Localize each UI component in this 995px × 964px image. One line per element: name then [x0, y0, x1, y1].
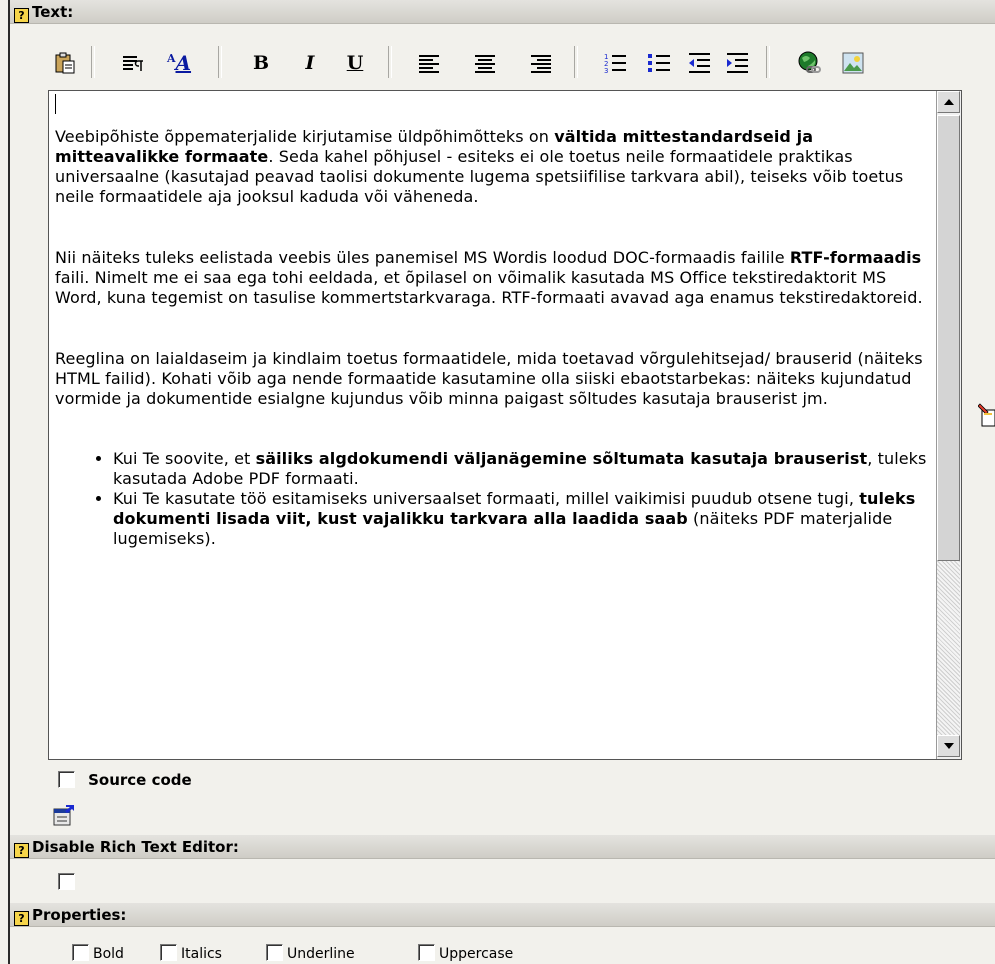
- insert-link-icon: [798, 51, 821, 73]
- indent-icon: [727, 53, 748, 73]
- bold-icon: B: [252, 52, 270, 74]
- bold-checkbox[interactable]: [72, 944, 89, 961]
- numbered-list-icon: 123: [604, 53, 626, 75]
- paragraph-2-text-end: faili. Nimelt me ei saa ega tohi eeldada…: [55, 268, 923, 307]
- align-right-icon: [531, 55, 551, 73]
- italics-checkbox[interactable]: [160, 944, 177, 961]
- vertical-scrollbar[interactable]: [936, 91, 961, 759]
- bullet-list-icon: [648, 54, 670, 72]
- outdent-icon: [689, 53, 710, 73]
- italic-icon: I: [305, 52, 315, 74]
- bullet-list-button[interactable]: [646, 50, 672, 76]
- uppercase-label: Uppercase: [439, 946, 514, 962]
- toolbar-separator: [766, 46, 770, 78]
- paragraph-format-icon: [123, 56, 143, 71]
- paragraph-2-bold: RTF-formaadis: [789, 248, 922, 267]
- italics-label: Italics: [181, 946, 222, 962]
- outdent-button[interactable]: [686, 50, 712, 76]
- underline-label: Underline: [287, 946, 355, 962]
- disable-rte-header: ? Disable Rich Text Editor:: [10, 835, 995, 859]
- list-item: Kui Te soovite, et säiliks algdokumendi …: [113, 449, 933, 489]
- rich-text-editor[interactable]: Veebipõhiste õppematerjalide kirjutamise…: [48, 90, 962, 760]
- paste-icon: [55, 52, 75, 74]
- disable-rte-title: Disable Rich Text Editor:: [32, 838, 239, 856]
- list-item-text: Kui Te soovite, et: [113, 449, 256, 468]
- bullet-list: Kui Te soovite, et säiliks algdokumendi …: [55, 449, 933, 549]
- properties-title: Properties:: [32, 906, 127, 924]
- paragraph-2: Nii näiteks tuleks eelistada veebis üles…: [55, 248, 933, 308]
- toolbar-separator: [91, 46, 95, 78]
- properties-header: ? Properties:: [10, 903, 995, 927]
- svg-text:3: 3: [604, 67, 608, 75]
- scroll-down-button[interactable]: [937, 735, 960, 757]
- paragraph-2-text: Nii näiteks tuleks eelistada veebis üles…: [55, 248, 790, 267]
- edit-pencil-icon[interactable]: [977, 402, 995, 432]
- align-left-icon: [419, 55, 439, 73]
- list-item-bold: säiliks algdokumendi väljanägemine sõltu…: [255, 449, 868, 468]
- help-icon[interactable]: ?: [14, 843, 29, 858]
- paragraph-1: Veebipõhiste õppematerjalide kirjutamise…: [55, 127, 933, 207]
- property-italics: Italics: [160, 944, 222, 962]
- numbered-list-button[interactable]: 123: [602, 50, 628, 76]
- editor-content[interactable]: Veebipõhiste õppematerjalide kirjutamise…: [55, 93, 933, 549]
- underline-checkbox[interactable]: [266, 944, 283, 961]
- underline-icon: U: [346, 52, 364, 74]
- align-center-icon: [475, 55, 495, 73]
- disable-rte-checkbox[interactable]: [58, 873, 75, 890]
- disable-rte-row: [58, 872, 75, 891]
- arrow-down-icon: [943, 743, 954, 749]
- scrollbar-thumb[interactable]: [937, 115, 960, 561]
- align-center-button[interactable]: [472, 50, 498, 76]
- insert-link-button[interactable]: [796, 50, 822, 76]
- source-code-checkbox[interactable]: [58, 771, 75, 788]
- editor-toolbar: AA B I U 123: [52, 38, 952, 88]
- text-cursor: [55, 94, 56, 114]
- bold-label: Bold: [93, 946, 124, 962]
- list-item: Kui Te kasutate töö esitamiseks universa…: [113, 489, 933, 549]
- indent-button[interactable]: [724, 50, 750, 76]
- help-icon[interactable]: ?: [14, 8, 29, 23]
- font-style-big-a: A: [175, 51, 192, 75]
- property-uppercase: Uppercase: [418, 944, 513, 962]
- paragraph-format-button[interactable]: [120, 50, 146, 76]
- paragraph-1-text: Veebipõhiste õppematerjalide kirjutamise…: [55, 127, 555, 146]
- text-section-title: Text:: [32, 3, 74, 21]
- paragraph-3: Reeglina on laialdaseim ja kindlaim toet…: [55, 349, 923, 408]
- insert-image-icon: [842, 52, 864, 74]
- settings-icon[interactable]: [52, 803, 76, 831]
- arrow-up-icon: [943, 99, 954, 105]
- toolbar-separator: [218, 46, 222, 78]
- underline-button[interactable]: U: [342, 50, 368, 76]
- uppercase-checkbox[interactable]: [418, 944, 435, 961]
- source-code-row: Source code: [58, 770, 192, 789]
- help-icon[interactable]: ?: [14, 911, 29, 926]
- font-style-button[interactable]: AA: [166, 50, 192, 76]
- paste-button[interactable]: [52, 50, 78, 76]
- text-section-header: ? Text:: [10, 0, 995, 24]
- font-style-small-a: A: [166, 52, 176, 65]
- align-left-button[interactable]: [416, 50, 442, 76]
- scroll-up-button[interactable]: [937, 91, 960, 113]
- list-item-text: Kui Te kasutate töö esitamiseks universa…: [113, 489, 860, 508]
- font-style-icon: AA: [167, 51, 191, 75]
- bold-button[interactable]: B: [248, 50, 274, 76]
- property-underline: Underline: [266, 944, 355, 962]
- italic-button[interactable]: I: [297, 50, 323, 76]
- toolbar-separator: [388, 46, 392, 78]
- insert-image-button[interactable]: [840, 50, 866, 76]
- align-right-button[interactable]: [528, 50, 554, 76]
- scrollbar-track[interactable]: [937, 561, 960, 735]
- toolbar-separator: [574, 46, 578, 78]
- property-bold: Bold: [72, 944, 124, 962]
- source-code-label: Source code: [88, 771, 192, 789]
- left-border: [8, 0, 10, 964]
